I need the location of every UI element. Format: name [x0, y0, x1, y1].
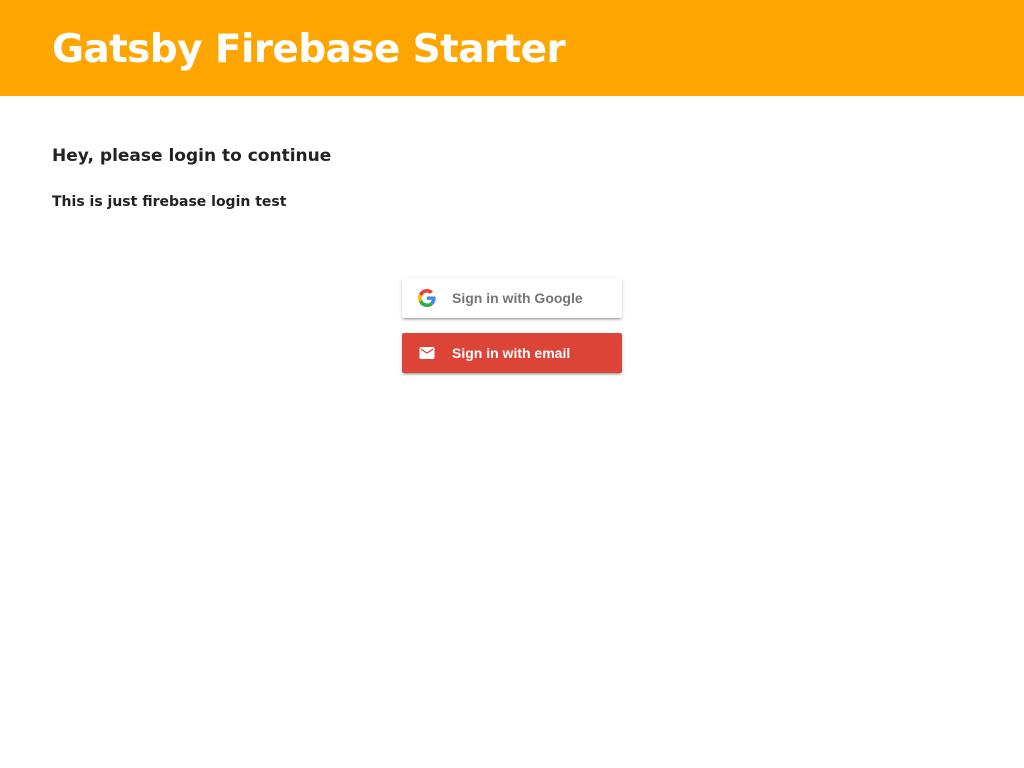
site-title[interactable]: Gatsby Firebase Starter [52, 24, 566, 76]
sign-in-google-button[interactable]: Sign in with Google [402, 278, 622, 318]
site-header: Gatsby Firebase Starter [0, 0, 1024, 96]
sign-in-email-button[interactable]: Sign in with email [402, 333, 622, 373]
sign-in-google-label: Sign in with Google [452, 290, 583, 306]
google-g-icon [418, 289, 436, 307]
sign-in-email-label: Sign in with email [452, 345, 571, 361]
main-content: Hey, please login to continue This is ju… [0, 96, 1024, 768]
page-subheading: This is just firebase login test [52, 194, 287, 210]
mail-icon [418, 344, 436, 362]
page-heading: Hey, please login to continue [52, 146, 332, 166]
